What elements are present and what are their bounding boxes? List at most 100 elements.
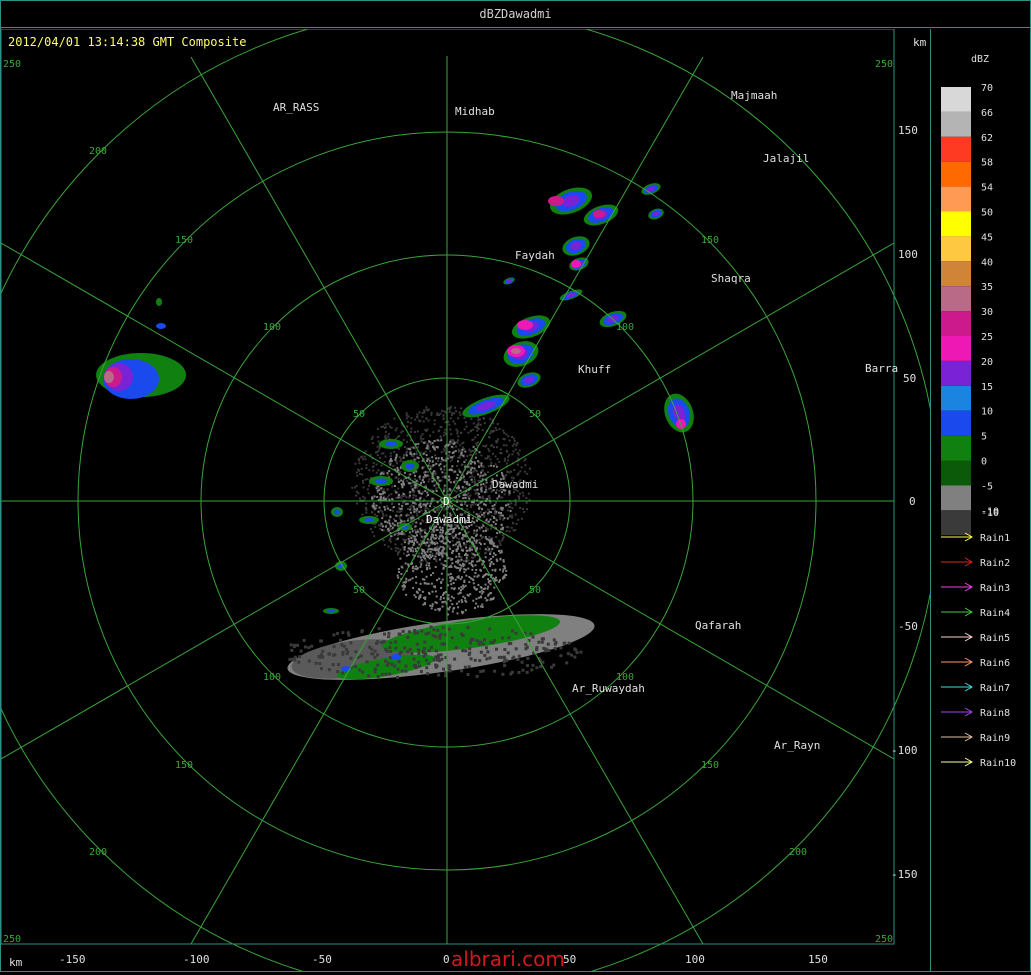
echo-pixel [507,642,511,646]
echo-pixel [444,560,447,563]
echo-pixel [460,407,463,410]
echo-pixel [449,460,452,463]
echo-pixel [384,426,387,429]
echo-pixel [362,481,365,484]
echo-pixel [389,649,393,653]
echo-pixel [402,538,405,541]
echo-pixel [411,530,414,533]
echo-pixel [406,635,410,639]
echo-pixel [410,485,413,488]
echo-pixel [522,494,525,497]
echo-pixel [416,648,420,652]
echo-pixel [524,458,527,460]
echo-pixel [405,593,408,596]
radar-display[interactable]: km km 250 250 250 250 50 100 150 200 50 … [0,8,940,975]
echo-pixel [466,540,468,543]
echo-pixel [468,449,471,452]
echo-pixel [420,552,423,555]
echo-pixel [419,420,422,423]
echo-pixel [468,647,472,651]
echo-pixel [434,655,438,659]
echo-pixel [511,444,514,447]
echo-pixel [387,507,390,510]
echo-pixel [397,576,400,579]
echo-pixel [518,497,520,500]
dbz-label: 25 [981,332,993,343]
echo-pixel [414,474,416,477]
echo-pixel [509,505,512,508]
echo-pixel [469,593,472,596]
dbz-label: 50 [981,208,993,219]
echo-pixel [453,587,456,590]
echo-pixel [373,513,376,516]
echo-pixel [514,448,517,451]
echo-pixel [511,436,514,438]
echo-pixel [378,524,380,527]
echo-pixel [327,668,331,672]
echo-pixel [413,542,415,544]
echo-pixel [525,497,528,499]
echo-pixel [412,657,416,661]
echo-pixel [407,415,410,418]
echo-pixel [518,495,520,498]
echo-pixel [395,453,398,456]
echo-pixel [429,502,432,505]
echo-pixel [438,414,440,416]
echo-pixel [454,566,457,569]
echo-pixel [367,674,371,678]
echo-pixel [498,495,500,498]
echo-pixel [397,660,401,664]
echo-pixel [354,650,358,654]
echo-pixel [435,558,438,561]
echo-pixel [425,666,429,670]
echo-pixel [439,598,442,601]
echo-pixel [387,635,391,639]
echo-pixel [441,531,444,534]
range-label-sw-200: 200 [89,847,107,858]
echo-pixel [421,412,424,414]
echo-pixel [382,472,385,475]
echo-pixel [449,408,452,411]
echo-pixel [427,556,430,558]
echo-pixel [387,529,390,532]
echo-pixel [393,417,396,420]
echo-pixel [388,494,390,497]
echo-pixel [361,513,364,516]
echo-pixel [290,648,294,652]
echo-pixel [425,454,428,456]
echo-pixel [406,550,409,553]
echo-pixel [470,560,473,563]
echo-pixel [458,600,461,603]
echo-pixel [419,437,422,440]
echo-pixel [406,434,409,437]
echo-pixel [358,497,361,500]
echo-pixel [421,519,424,522]
echo-pixel [471,568,474,571]
range-label-ne-150: 150 [701,235,719,246]
echo-pixel [419,556,422,559]
watermark-text: albrari.com [451,947,565,971]
echo-pixel [537,640,541,644]
title-bar: dBZDawadmi [1,1,1030,28]
echo-pixel [379,456,382,459]
echo-pixel [502,536,505,539]
echo-pixel [421,479,424,481]
echo-pixel [514,503,517,506]
echo-pixel [426,471,429,473]
echo-pixel [425,408,428,411]
echo-pixel [466,455,469,458]
echo-pixel [409,422,412,425]
echo-pixel [421,415,424,418]
echo-pixel [466,625,470,629]
echo-pixel [388,470,391,473]
echo-pixel [414,596,417,599]
echo-pixel [493,517,496,519]
echo-pixel [451,603,454,606]
radar-ppi-svg[interactable]: km km 250 250 250 250 50 100 150 200 50 … [0,8,940,975]
city-ar-rayn: Ar_Rayn [774,739,820,752]
echo-pixel [402,480,405,483]
echo-pixel [406,519,409,522]
echo-pixel [416,591,419,594]
echo-pixel [355,471,358,474]
echo-pixel [475,424,478,427]
